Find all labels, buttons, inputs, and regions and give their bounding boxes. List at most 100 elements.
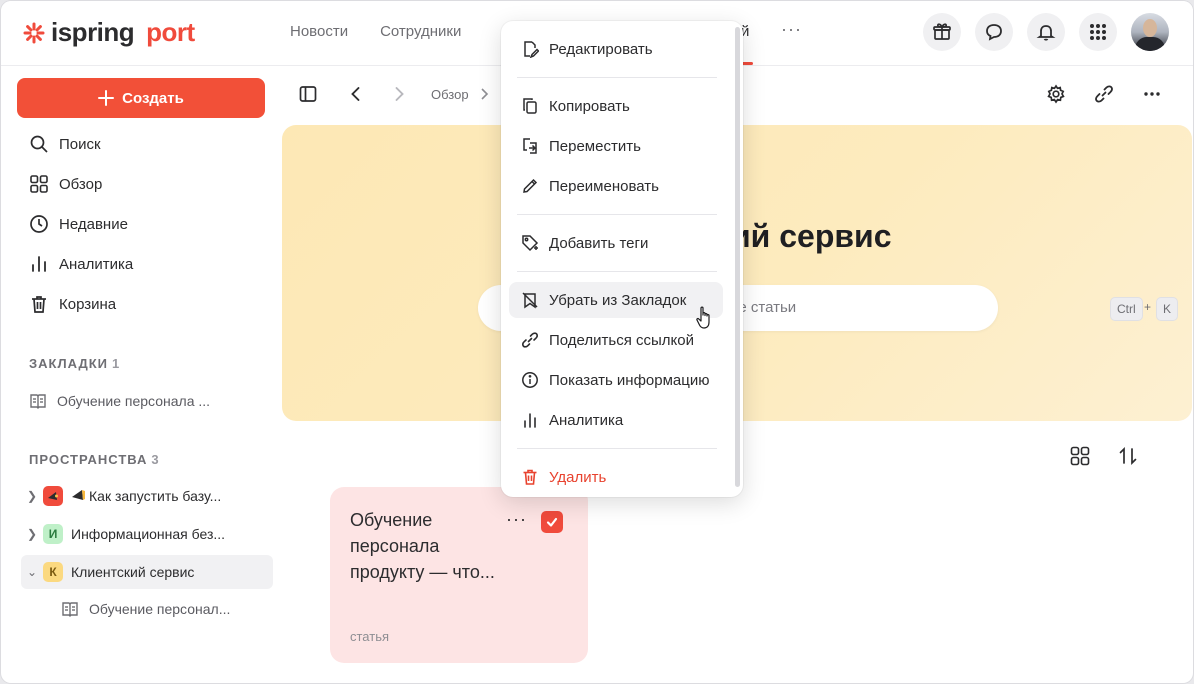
create-button-label: Создать — [122, 89, 184, 107]
sidebar-item-overview[interactable]: Обзор — [29, 174, 102, 194]
space-item-infosec[interactable]: ❯ И Информационная без... — [21, 517, 273, 551]
space-badge: И — [43, 524, 63, 544]
card-more-button[interactable]: ··· — [506, 509, 527, 530]
link-icon[interactable] — [1094, 84, 1114, 104]
user-avatar[interactable] — [1131, 13, 1169, 51]
edit-doc-icon — [524, 41, 539, 58]
avatar-body — [1135, 37, 1165, 51]
apps-button[interactable] — [1079, 13, 1117, 51]
logo-text-accent: port — [146, 17, 195, 47]
sidebar-item-recent[interactable]: Недавние — [29, 214, 128, 234]
menu-item-label: Переместить — [549, 137, 641, 155]
menu-item-analytics[interactable]: Аналитика — [509, 402, 723, 438]
spaces-section-title: ПРОСТРАНСТВА 3 — [29, 452, 160, 467]
space-item-label: Информационная без... — [71, 526, 226, 542]
plus-icon — [98, 90, 115, 106]
bell-icon — [1036, 25, 1056, 41]
messages-button[interactable] — [975, 13, 1013, 51]
card-title: Обучение персонала продукту — что... — [350, 510, 495, 582]
menu-divider — [517, 77, 717, 78]
bookmarks-title: ЗАКЛАДКИ — [29, 356, 108, 371]
chevron-right-icon[interactable]: ❯ — [21, 527, 43, 541]
copy-icon — [523, 98, 537, 114]
menu-item-move[interactable]: Переместить — [509, 128, 723, 164]
space-badge-megaphone — [43, 486, 63, 506]
chat-icon — [986, 24, 1002, 41]
menu-item-copy[interactable]: Копировать — [509, 88, 723, 124]
link-icon — [521, 332, 539, 348]
sort-icon[interactable] — [1117, 445, 1139, 467]
grid-icon — [30, 175, 48, 193]
card-type-label: статья — [350, 629, 390, 644]
sidebar: Создать Поиск Обзор Недавние Аналитика К… — [1, 66, 281, 683]
logo-text: ispring — [51, 17, 135, 47]
gift-button[interactable] — [923, 13, 961, 51]
search-icon — [30, 135, 48, 153]
menu-item-label: Убрать из Закладок — [549, 291, 687, 309]
space-megaphone-emoji — [71, 488, 87, 505]
menu-item-delete[interactable]: Удалить — [509, 459, 723, 495]
forward-arrow-icon[interactable] — [389, 84, 409, 104]
menu-item-remove-bookmark[interactable]: Убрать из Закладок — [509, 282, 723, 318]
menu-scrollbar[interactable] — [735, 27, 740, 487]
sidebar-toggle-icon[interactable] — [298, 84, 318, 104]
back-arrow-icon[interactable] — [346, 84, 366, 104]
logo-icon — [23, 22, 45, 43]
menu-item-share-link[interactable]: Поделиться ссылкой — [509, 322, 723, 358]
kbd-ctrl: Ctrl — [1110, 297, 1143, 321]
chevron-right-icon[interactable]: ❯ — [21, 489, 43, 503]
breadcrumb[interactable]: Обзор — [431, 87, 469, 102]
sidebar-item-label: Обзор — [59, 175, 103, 193]
menu-item-label: Копировать — [549, 97, 630, 115]
trash-icon — [32, 296, 46, 313]
menu-item-label: Добавить теги — [549, 234, 649, 252]
menu-item-show-info[interactable]: Показать информацию — [509, 362, 723, 398]
nav-item-news[interactable]: Новости — [290, 23, 348, 40]
move-icon — [523, 138, 537, 154]
card-checkbox[interactable] — [541, 511, 563, 533]
nav-item-employees[interactable]: Сотрудники — [380, 23, 461, 40]
kbd-k: K — [1156, 297, 1179, 321]
logo[interactable]: ispring port — [23, 17, 195, 48]
spaces-count: 3 — [151, 452, 160, 467]
sidebar-item-search[interactable]: Поиск — [29, 134, 101, 154]
space-item-client-service[interactable]: ⌄ К Клиентский сервис — [21, 555, 273, 589]
menu-divider — [517, 448, 717, 449]
main-nav: Новости Сотрудники — [290, 23, 461, 40]
app-window: ispring port Новости Сотрудники й ··· Со… — [1, 1, 1193, 683]
book-icon — [30, 394, 46, 409]
chevron-down-icon[interactable]: ⌄ — [21, 565, 43, 579]
kbd-plus: + — [1144, 300, 1152, 314]
menu-item-add-tags[interactable]: Добавить теги — [509, 225, 723, 261]
menu-item-edit[interactable]: Редактировать — [509, 31, 723, 67]
hero-title: ий сервис — [731, 218, 892, 254]
nav-more-button[interactable]: ··· — [781, 19, 802, 40]
menu-item-label: Переименовать — [549, 177, 659, 195]
book-icon — [62, 602, 78, 617]
sidebar-item-label: Поиск — [59, 135, 101, 153]
sidebar-item-label: Корзина — [59, 295, 117, 313]
grid-view-icon[interactable] — [1069, 445, 1091, 467]
bookmarks-count: 1 — [112, 356, 121, 371]
sidebar-item-label: Недавние — [59, 215, 128, 233]
space-item-launch-kb[interactable]: ❯ Как запустить базу... — [21, 479, 273, 513]
clock-icon — [30, 215, 48, 233]
space-child-item[interactable]: Обучение персонал... — [61, 600, 230, 618]
menu-item-rename[interactable]: Переименовать — [509, 168, 723, 204]
bookmark-item[interactable]: Обучение персонала ... — [29, 392, 210, 410]
hand-cursor-icon — [696, 306, 710, 329]
bookmark-item-label: Обучение персонала ... — [57, 393, 211, 409]
megaphone-icon — [48, 492, 58, 500]
notifications-button[interactable] — [1027, 13, 1065, 51]
gear-icon[interactable] — [1046, 84, 1066, 104]
sidebar-item-trash[interactable]: Корзина — [29, 294, 116, 314]
space-badge: К — [43, 562, 63, 582]
article-card[interactable]: Обучение персонала продукту — что... ···… — [330, 487, 588, 663]
bookmark-remove-icon — [522, 292, 538, 309]
space-item-label: Как запустить базу... — [89, 488, 222, 504]
menu-item-label: Показать информацию — [549, 371, 710, 389]
create-button[interactable]: Создать — [17, 78, 265, 118]
context-menu: Редактировать Копировать Переместить Пер… — [501, 21, 743, 497]
sidebar-item-analytics[interactable]: Аналитика — [29, 254, 133, 274]
more-horizontal-icon[interactable] — [1142, 84, 1162, 104]
